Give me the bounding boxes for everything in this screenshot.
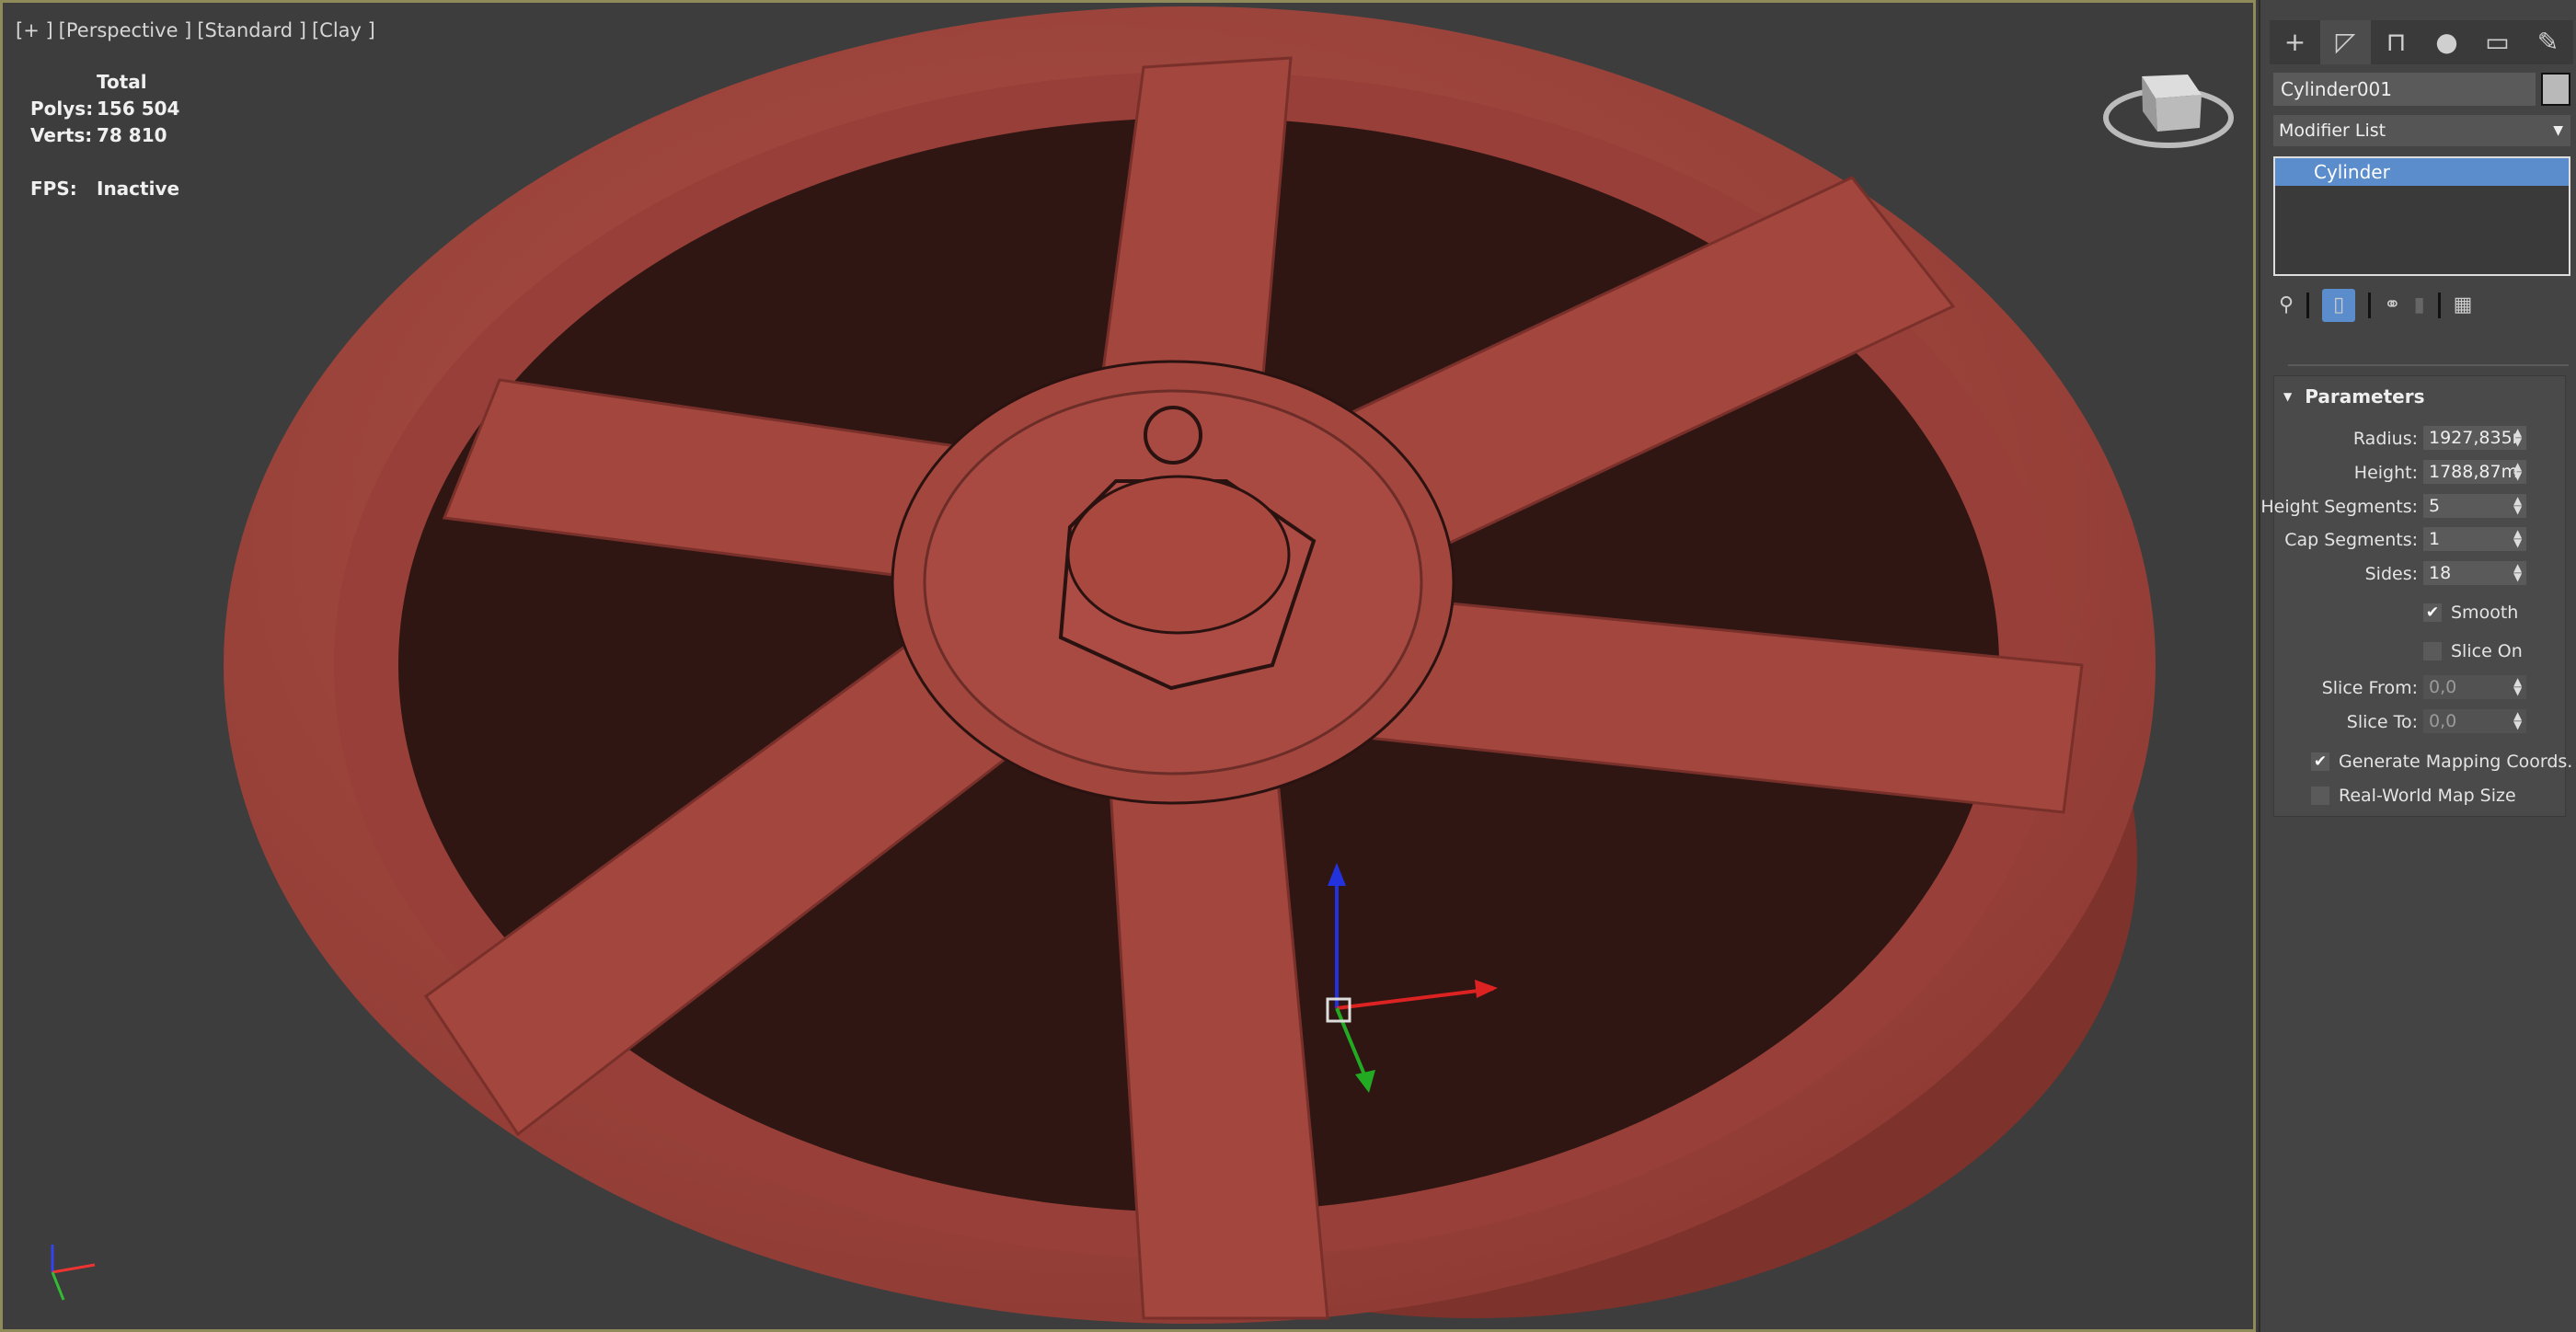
slice-on-checkbox[interactable]: Slice On <box>2423 641 2523 661</box>
smooth-checkbox[interactable]: ✔ Smooth <box>2423 603 2518 623</box>
checkbox-checked-icon: ✔ <box>2311 752 2329 771</box>
object-name-field[interactable]: Cylinder001 <box>2273 73 2536 106</box>
collapse-triangle-icon: ▼ <box>2283 390 2293 403</box>
make-unique-icon[interactable]: ⚭ <box>2384 293 2400 317</box>
radius-spinner[interactable]: 1927,835r <box>2423 426 2526 450</box>
cap-segments-row: Cap Segments: 1 ▲ ▼ <box>2274 527 2567 555</box>
axis-tripod-icon <box>51 1245 96 1301</box>
height-row: Height: 1788,87m ▲ ▼ <box>2274 460 2567 488</box>
stats-header: Total <box>97 71 147 93</box>
spinner-arrows-icon[interactable]: ▲ ▼ <box>2513 562 2522 582</box>
spinner-arrows-icon[interactable]: ▲ ▼ <box>2513 495 2522 515</box>
sides-label: Sides: <box>2364 564 2418 584</box>
spinner-arrows-icon[interactable]: ▲ ▼ <box>2513 427 2522 447</box>
polys-value: 156 504 <box>97 98 180 120</box>
smooth-label: Smooth <box>2451 603 2519 623</box>
parameters-rollout-header[interactable]: ▼ Parameters <box>2283 385 2425 408</box>
perspective-viewport[interactable]: [+ ] [Perspective ] [Standard ] [Clay ] Tot… <box>0 0 2256 1332</box>
verts-label: Verts: <box>30 124 93 146</box>
radius-row: Radius: 1927,835r ▲ ▼ <box>2274 426 2567 454</box>
generate-mapping-coords-checkbox[interactable]: ✔ Generate Mapping Coords. <box>2311 752 2572 772</box>
viewcube-icon <box>2103 75 2234 148</box>
parameters-rollout: ▼ Parameters Radius: 1927,835r ▲ ▼ Height: 17… <box>2260 375 2572 817</box>
spinner-arrows-icon[interactable]: ▲ ▼ <box>2513 676 2522 696</box>
slice-from-row: Slice From: 0,0 ▲ ▼ <box>2274 675 2567 703</box>
viewport-label-menu[interactable]: [+ ] [Perspective ] [Standard ] [Clay ] <box>16 19 381 41</box>
motion-icon: ● <box>2435 27 2458 57</box>
cap-segments-label: Cap Segments: <box>2284 530 2418 550</box>
motion-tab[interactable]: ● <box>2421 20 2472 64</box>
nut-cap <box>1066 475 1291 635</box>
wheel-model[interactable] <box>3 3 2253 1329</box>
show-end-result-icon[interactable]: ▯ <box>2322 289 2356 322</box>
command-panel-tabs: + ◸ ⊓ ● ▭ ✎ <box>2270 20 2573 64</box>
fps-label: FPS: <box>30 178 77 200</box>
spinner-arrows-icon[interactable]: ▲ ▼ <box>2513 461 2522 481</box>
radius-label: Radius: <box>2352 429 2418 449</box>
panel-divider[interactable] <box>2288 364 2569 366</box>
viewport-pov-menu[interactable]: [Perspective ] <box>59 19 192 41</box>
slice-from-spinner[interactable]: 0,0 <box>2423 675 2526 699</box>
configure-modifier-sets-icon[interactable]: ▦ <box>2454 293 2473 317</box>
chevron-down-icon: ▼ <box>2553 123 2563 138</box>
slice-on-label: Slice On <box>2451 641 2523 661</box>
real-world-map-size-checkbox[interactable]: Real-World Map Size <box>2311 786 2516 806</box>
slice-to-label: Slice To: <box>2346 712 2418 732</box>
command-panel: + ◸ ⊓ ● ▭ ✎ Cylinder001 Modifier List ▼ C… <box>2259 0 2576 1332</box>
object-color-swatch[interactable] <box>2541 73 2570 106</box>
slice-from-label: Slice From: <box>2321 678 2418 698</box>
sides-spinner[interactable]: 18 <box>2423 561 2526 585</box>
checkbox-unchecked-icon <box>2311 787 2329 805</box>
stack-item-cylinder[interactable]: Cylinder <box>2275 158 2569 186</box>
height-spinner[interactable]: 1788,87m <box>2423 460 2526 484</box>
hierarchy-icon: ⊓ <box>2386 27 2407 57</box>
create-tab[interactable]: + <box>2270 20 2320 64</box>
verts-value: 78 810 <box>97 124 167 146</box>
hierarchy-tab[interactable]: ⊓ <box>2371 20 2421 64</box>
viewport-shading-standard-menu[interactable]: [Standard ] <box>197 19 306 41</box>
height-segments-label: Height Segments: <box>2260 497 2418 517</box>
height-segments-row: Height Segments: 5 ▲ ▼ <box>2260 494 2567 522</box>
rollout-title: Parameters <box>2305 385 2425 408</box>
fps-value: Inactive <box>97 178 180 200</box>
sides-row: Sides: 18 ▲ ▼ <box>2274 561 2567 589</box>
generate-mapping-coords-label: Generate Mapping Coords. <box>2339 752 2573 772</box>
modify-icon: ◸ <box>2335 27 2356 57</box>
polys-label: Polys: <box>30 98 94 120</box>
modifier-stack[interactable]: Cylinder <box>2273 156 2570 276</box>
separator <box>2306 293 2310 318</box>
slice-to-row: Slice To: 0,0 ▲ ▼ <box>2274 709 2567 737</box>
remove-modifier-icon[interactable]: ▮ <box>2414 293 2425 317</box>
spinner-arrows-icon[interactable]: ▲ ▼ <box>2513 528 2522 548</box>
create-icon: + <box>2283 27 2306 57</box>
utilities-icon: ✎ <box>2536 27 2559 57</box>
modify-tab[interactable]: ◸ <box>2320 20 2371 64</box>
separator <box>2368 293 2372 318</box>
viewport-shading-clay-menu[interactable]: [Clay ] <box>312 19 375 41</box>
height-label: Height: <box>2353 463 2418 483</box>
modifier-list-label: Modifier List <box>2279 121 2386 141</box>
checkbox-checked-icon: ✔ <box>2423 603 2442 622</box>
viewport-plus-menu[interactable]: [+ ] <box>16 19 53 41</box>
pin-stack-icon[interactable]: ⚲ <box>2279 293 2294 317</box>
height-segments-spinner[interactable]: 5 <box>2423 494 2526 518</box>
display-tab[interactable]: ▭ <box>2472 20 2523 64</box>
slice-to-spinner[interactable]: 0,0 <box>2423 709 2526 733</box>
real-world-map-size-label: Real-World Map Size <box>2339 786 2516 806</box>
checkbox-unchecked-icon <box>2423 642 2442 660</box>
stack-toolbar: ⚲ ▯ ⚭ ▮ ▦ <box>2279 287 2573 324</box>
statistics-overlay: Total Polys: 156 504 Verts: 78 810 FPS: Ina… <box>30 69 179 202</box>
cap-segments-spinner[interactable]: 1 <box>2423 527 2526 551</box>
modifier-list-dropdown[interactable]: Modifier List ▼ <box>2273 115 2570 146</box>
display-icon: ▭ <box>2485 27 2510 57</box>
spinner-arrows-icon[interactable]: ▲ ▼ <box>2513 710 2522 730</box>
utilities-tab[interactable]: ✎ <box>2523 20 2573 64</box>
separator <box>2437 293 2441 318</box>
